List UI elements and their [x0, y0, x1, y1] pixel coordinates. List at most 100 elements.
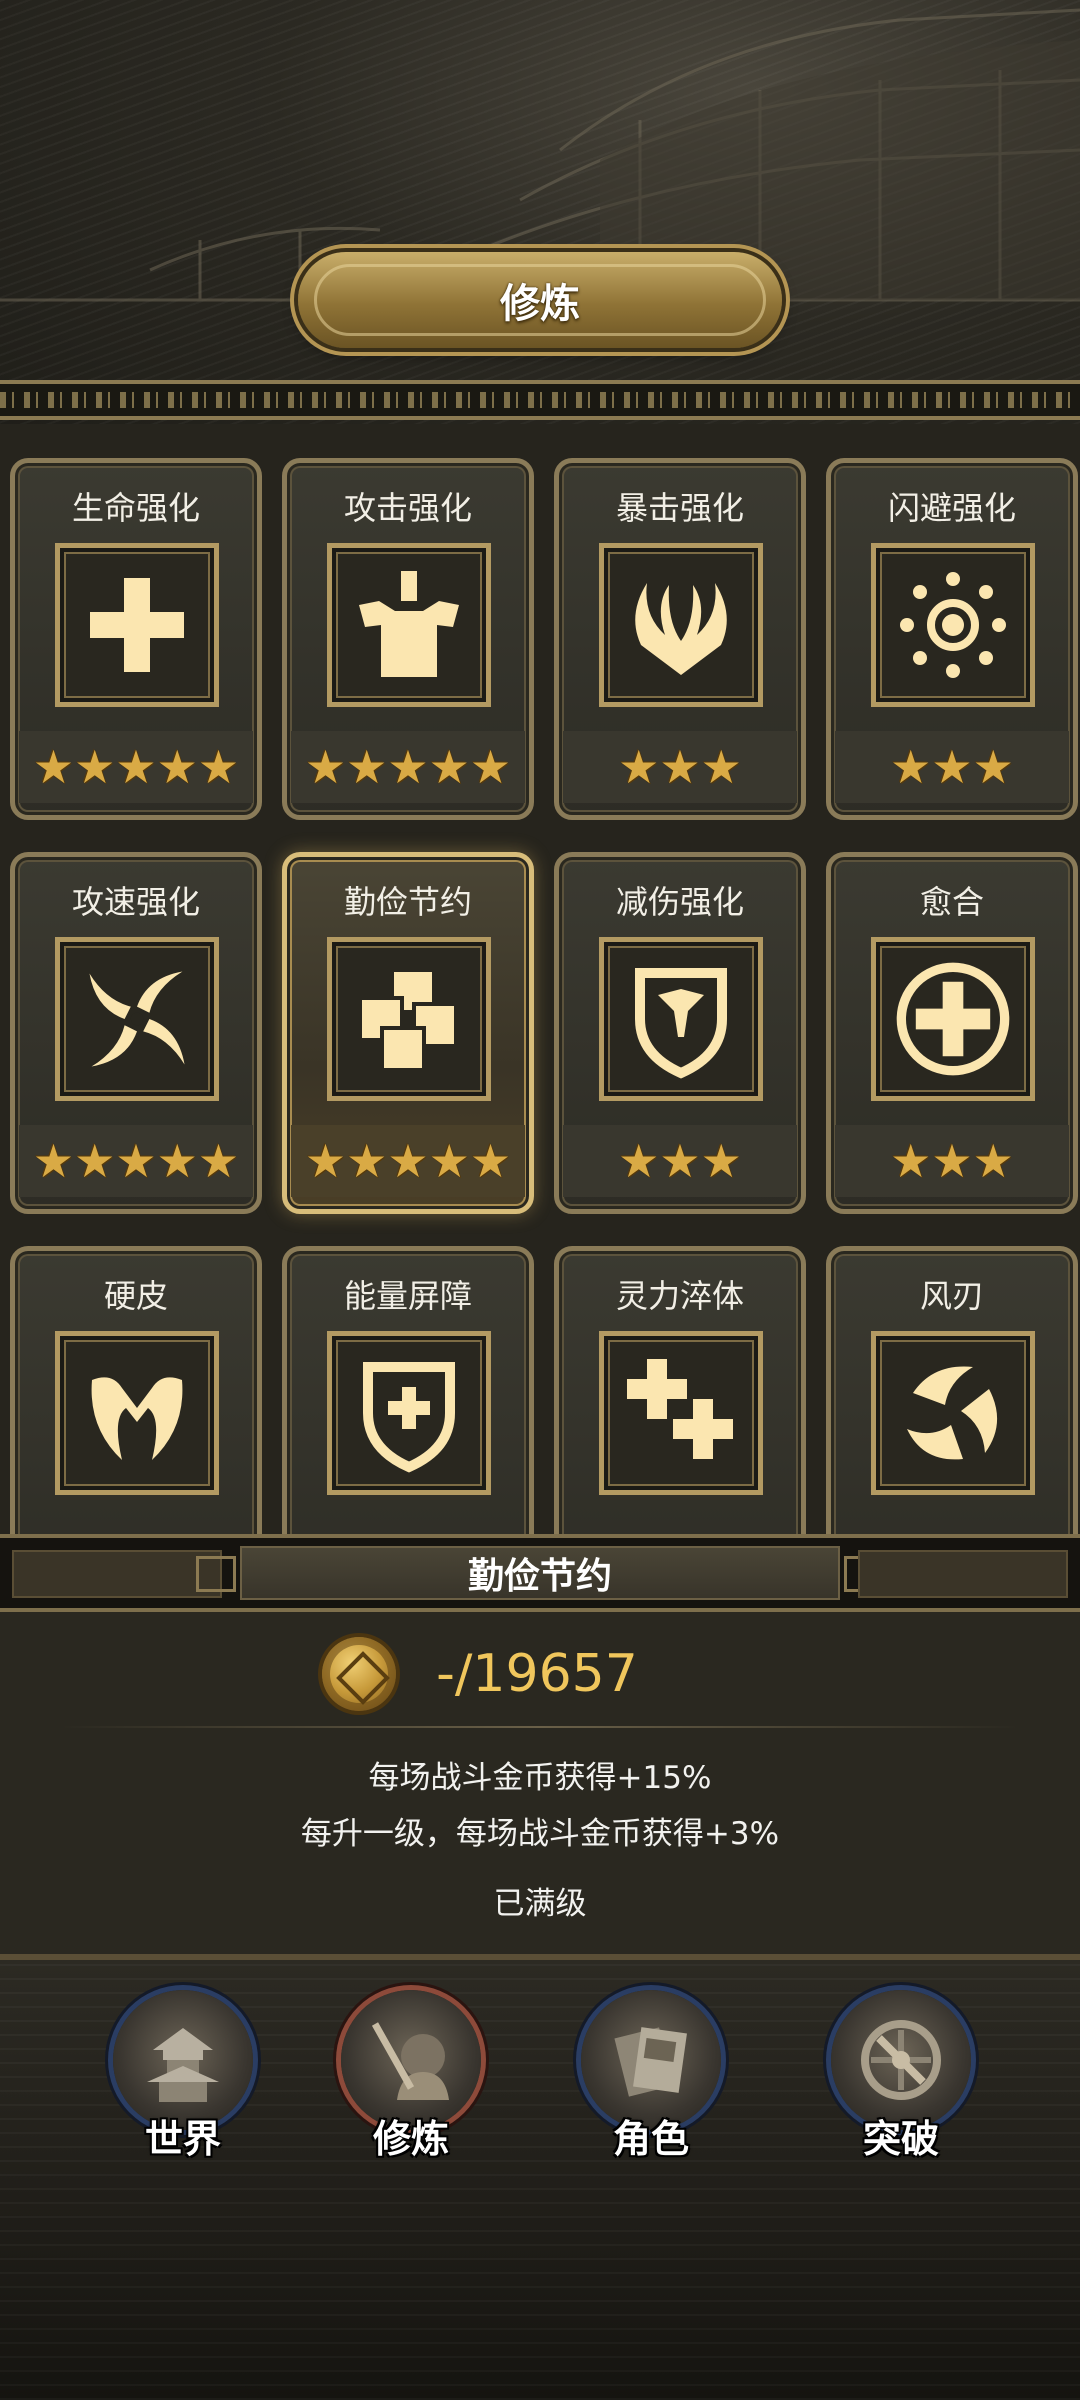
star-icon: ★ [659, 1134, 701, 1188]
helmet-icon [55, 1331, 219, 1495]
skill-name: 硬皮 [103, 1277, 168, 1315]
skill-card-energy-barrier[interactable]: 能量屏障 [282, 1246, 534, 1534]
nav-breakthrough[interactable]: 突破 [816, 1990, 986, 2190]
nav-character[interactable]: 角色 [566, 1990, 736, 2190]
skill-card-wind-blade[interactable]: 风刃 [826, 1246, 1078, 1534]
nav-cultivate[interactable]: 修炼 [326, 1990, 496, 2190]
skill-card-thrift[interactable]: 勤俭节约 ★ ★ ★ ★ ★ [282, 852, 534, 1214]
plus-icon [55, 543, 219, 707]
star-icon: ★ [428, 740, 470, 794]
nav-label: 角色 [612, 2117, 689, 2161]
sun-icon [871, 543, 1035, 707]
coins-stack-icon [327, 937, 491, 1101]
detail-title: 勤俭节约 [467, 1556, 612, 1597]
detail-header: 勤俭节约 [0, 1534, 1080, 1612]
star-icon: ★ [346, 740, 388, 794]
skill-name: 风刃 [919, 1277, 984, 1315]
divider [60, 1726, 1020, 1728]
skill-name: 愈合 [919, 883, 984, 921]
shield-plus-icon [327, 1331, 491, 1495]
blades-icon [871, 1331, 1035, 1495]
armor-icon [327, 543, 491, 707]
skill-card-dodge[interactable]: 闪避强化 ★ ★ ★ [826, 458, 1078, 820]
max-level-status: 已满级 [493, 1886, 587, 1922]
gold-coin-icon [322, 1637, 397, 1711]
claw-icon [599, 543, 763, 707]
star-icon: ★ [32, 1134, 75, 1188]
star-icon: ★ [890, 1134, 932, 1188]
skill-name: 勤俭节约 [343, 883, 472, 921]
star-icon: ★ [469, 1134, 512, 1188]
meander-ornament [196, 1556, 236, 1592]
star-icon: ★ [700, 740, 742, 794]
star-rating: ★ ★ ★ [563, 1125, 797, 1197]
skill-card-spirit-temper[interactable]: 灵力淬体 [554, 1246, 806, 1534]
nav-label: 世界 [144, 2117, 221, 2161]
skill-name: 灵力淬体 [615, 1277, 744, 1315]
upgrade-cost: -/19657 [0, 1634, 1080, 1714]
meander-border [0, 380, 1080, 420]
star-icon: ★ [74, 740, 116, 794]
star-icon: ★ [972, 1134, 1014, 1188]
star-icon: ★ [890, 740, 932, 794]
nav-label: 突破 [862, 2117, 939, 2161]
star-icon: ★ [197, 740, 240, 794]
skill-name: 减伤强化 [615, 883, 744, 921]
star-icon: ★ [469, 740, 512, 794]
star-icon: ★ [931, 1134, 973, 1188]
skill-card-crit[interactable]: 暴击强化 ★ ★ ★ [554, 458, 806, 820]
double-plus-icon [599, 1331, 763, 1495]
nav-label: 修炼 [372, 2117, 449, 2161]
star-icon: ★ [74, 1134, 116, 1188]
skill-grid: 生命强化 ★★★★★ 攻击强化 ★★★★★ 暴击强化 ★★★ [0, 424, 1080, 1534]
star-icon: ★ [659, 740, 701, 794]
skill-card-life[interactable]: 生命强化 ★ ★ ★ ★ ★ [10, 458, 262, 820]
nav-world[interactable]: 世界 [98, 1990, 268, 2190]
cost-value: -/19657 [436, 1644, 638, 1704]
star-icon: ★ [972, 740, 1014, 794]
star-icon: ★ [618, 740, 660, 794]
star-icon: ★ [115, 740, 157, 794]
skill-name: 生命强化 [71, 489, 200, 527]
skill-detail-panel: 勤俭节约 -/19657 每场战斗金币获得+15% 每升一级，每场战斗金币获得+… [0, 1534, 1080, 1954]
skill-name: 攻速强化 [71, 883, 200, 921]
skill-card-damage-reduction[interactable]: 减伤强化 ★ ★ ★ [554, 852, 806, 1214]
skill-name: 攻击强化 [343, 489, 472, 527]
bottom-nav: 世界 修炼 角色 突破 [0, 1954, 1080, 2400]
effect-description: 每场战斗金币获得+15% [368, 1760, 712, 1796]
star-icon: ★ [115, 1134, 157, 1188]
star-icon: ★ [304, 740, 347, 794]
header-right-ornament [858, 1550, 1068, 1598]
star-icon: ★ [197, 1134, 240, 1188]
star-icon: ★ [156, 740, 198, 794]
circle-plus-icon [871, 937, 1035, 1101]
star-icon: ★ [700, 1134, 742, 1188]
star-rating: ★ ★ ★ [835, 1125, 1069, 1197]
star-icon: ★ [387, 1134, 429, 1188]
per-level-description: 每升一级，每场战斗金币获得+3% [300, 1816, 780, 1852]
skill-card-tough-skin[interactable]: 硬皮 [10, 1246, 262, 1534]
star-icon: ★ [32, 740, 75, 794]
star-rating: ★ ★ ★ ★ ★ [19, 1125, 253, 1197]
star-icon: ★ [346, 1134, 388, 1188]
shuriken-icon [55, 937, 219, 1101]
star-rating: ★ ★ ★ [835, 731, 1069, 803]
star-icon: ★ [156, 1134, 198, 1188]
page-title: 修炼 [500, 281, 580, 327]
star-rating: ★ ★ ★ ★ ★ [19, 731, 253, 803]
skill-card-heal[interactable]: 愈合 ★ ★ ★ [826, 852, 1078, 1214]
star-icon: ★ [387, 740, 429, 794]
skill-card-attack[interactable]: 攻击强化 ★ ★ ★ ★ ★ [282, 458, 534, 820]
star-icon: ★ [618, 1134, 660, 1188]
skill-card-attack-speed[interactable]: 攻速强化 ★ ★ ★ ★ ★ [10, 852, 262, 1214]
page-title-plaque: 修炼 [298, 252, 782, 348]
skill-name: 闪避强化 [887, 489, 1016, 527]
star-icon: ★ [931, 740, 973, 794]
skill-name: 能量屏障 [343, 1277, 472, 1315]
skill-name: 暴击强化 [615, 489, 744, 527]
header-left-ornament [12, 1550, 222, 1598]
star-icon: ★ [428, 1134, 470, 1188]
star-icon: ★ [304, 1134, 347, 1188]
star-rating: ★ ★ ★ ★ ★ [291, 1125, 525, 1197]
star-rating: ★ ★ ★ ★ ★ [291, 731, 525, 803]
